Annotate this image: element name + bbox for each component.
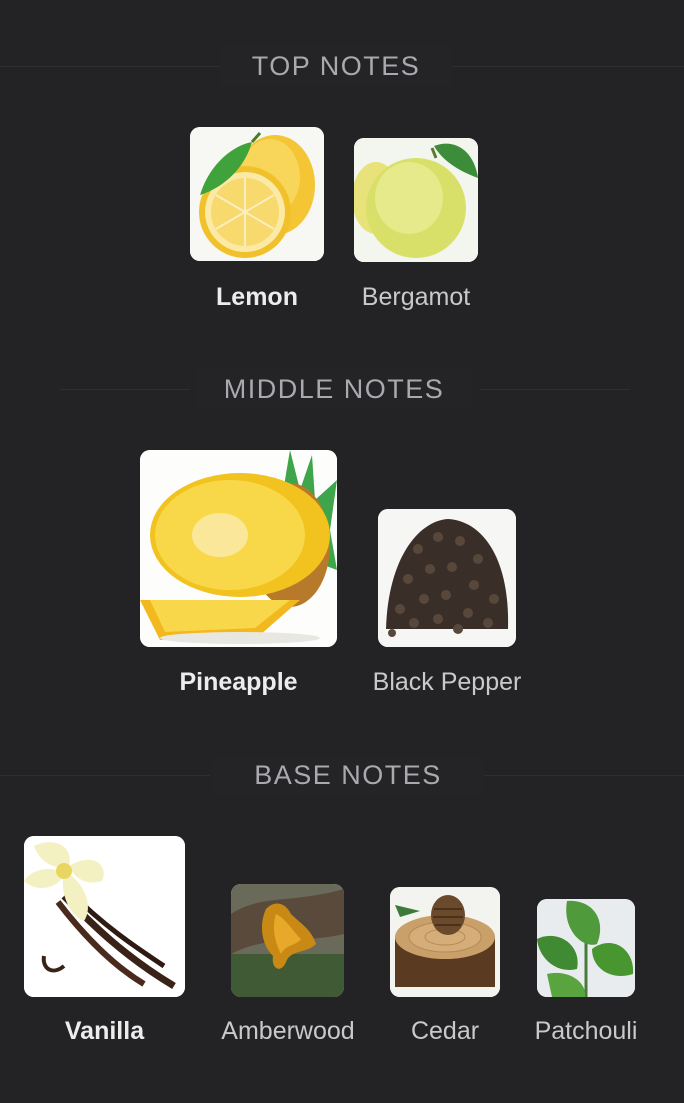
amberwood-image[interactable] xyxy=(231,884,344,997)
section-header-middle-notes: MIDDLE NOTES xyxy=(0,369,684,409)
divider-line xyxy=(452,66,684,67)
divider-line xyxy=(0,66,220,67)
black-pepper-image[interactable] xyxy=(378,509,516,647)
divider-line xyxy=(0,775,210,776)
divider-line xyxy=(480,389,630,390)
section-header-top-notes: TOP NOTES xyxy=(0,46,684,86)
divider-line xyxy=(458,775,684,776)
section-title-middle-notes: MIDDLE NOTES xyxy=(196,369,472,409)
note-label-amberwood: Amberwood xyxy=(221,1017,355,1045)
note-label-cedar: Cedar xyxy=(410,1017,480,1045)
section-header-base-notes: BASE NOTES xyxy=(0,755,684,795)
note-label-patchouli: Patchouli xyxy=(534,1017,638,1045)
note-label-bergamot: Bergamot xyxy=(361,283,471,311)
vanilla-image[interactable] xyxy=(24,836,185,997)
section-title-top-notes: TOP NOTES xyxy=(220,46,452,86)
note-label-pineapple: Pineapple xyxy=(179,668,298,696)
pineapple-image[interactable] xyxy=(140,450,337,647)
note-label-vanilla: Vanilla xyxy=(64,1017,145,1045)
note-label-black-pepper: Black Pepper xyxy=(372,668,522,696)
bergamot-image[interactable] xyxy=(354,138,478,262)
note-label-lemon: Lemon xyxy=(216,283,298,311)
section-title-base-notes: BASE NOTES xyxy=(212,755,484,795)
cedar-image[interactable] xyxy=(390,887,500,997)
divider-line xyxy=(60,389,190,390)
patchouli-image[interactable] xyxy=(537,899,635,997)
lemon-image[interactable] xyxy=(190,127,324,261)
fragrance-notes-page: TOP NOTES Lemon Bergamot MIDDLE NOTES Pi… xyxy=(0,0,684,1103)
